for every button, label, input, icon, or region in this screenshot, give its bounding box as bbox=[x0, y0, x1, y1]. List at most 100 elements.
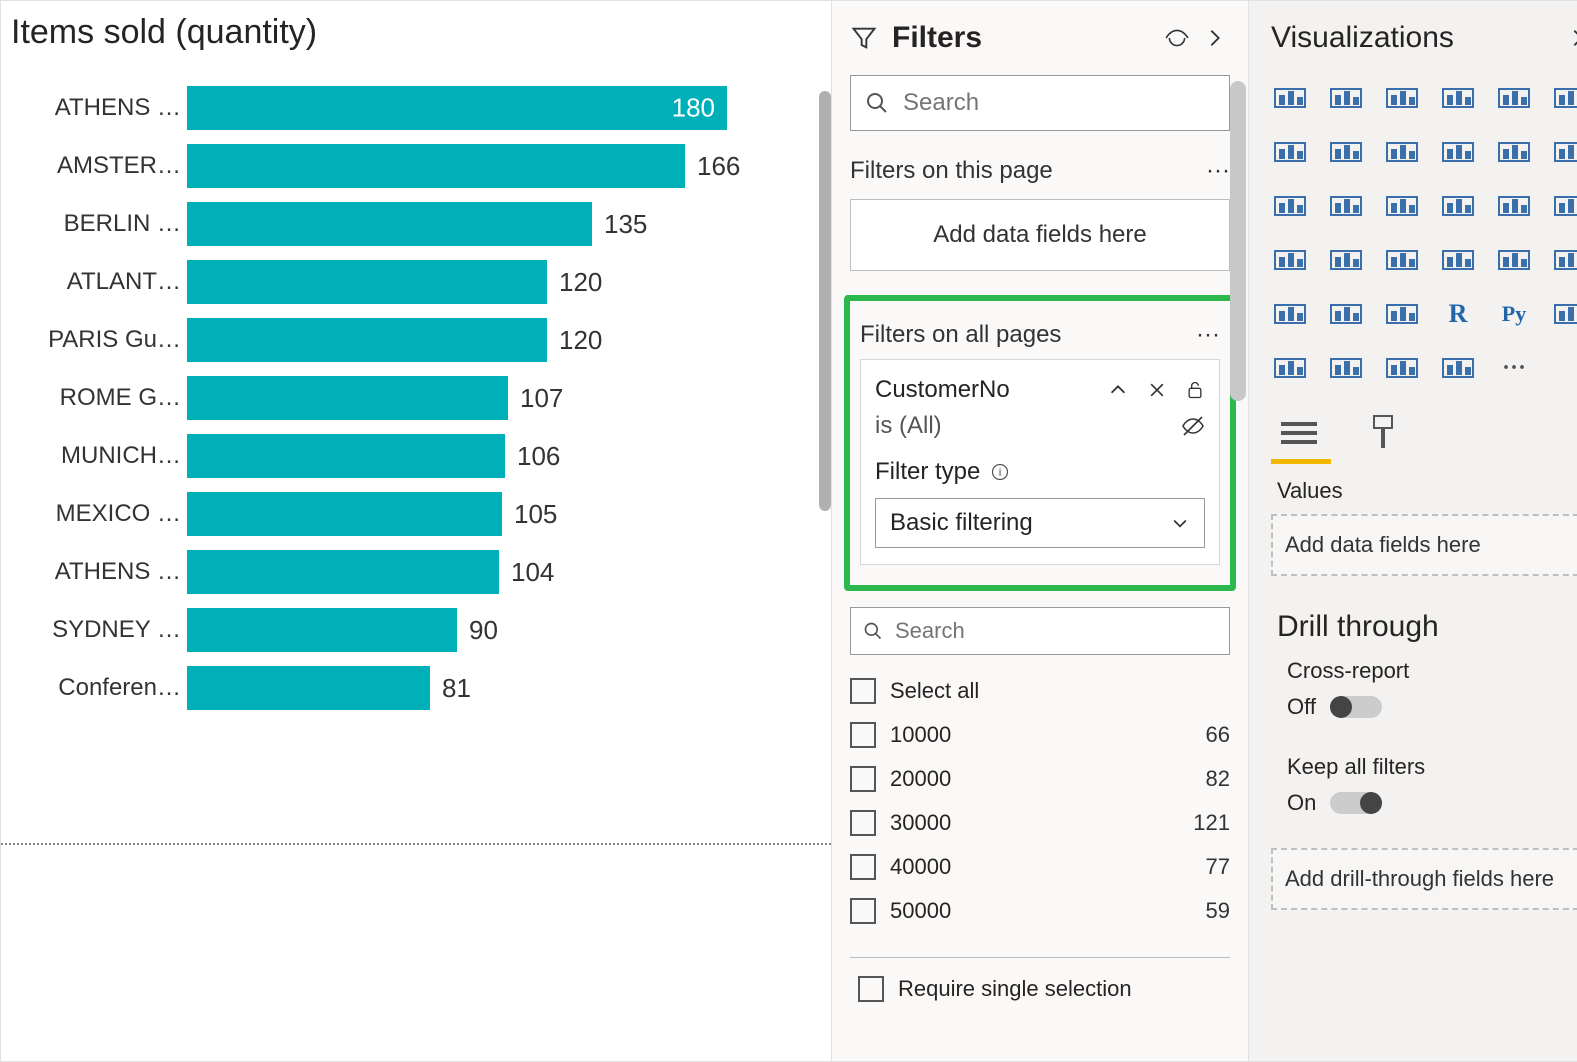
filter-type-select[interactable]: Basic filtering bbox=[875, 498, 1205, 548]
bar-row: BERLIN …135 bbox=[11, 198, 773, 250]
viz-stacked-area-icon[interactable] bbox=[1379, 129, 1425, 175]
clear-icon[interactable] bbox=[1147, 379, 1167, 401]
viz-kpi-icon[interactable] bbox=[1547, 237, 1577, 283]
bar-value: 81 bbox=[442, 673, 471, 704]
checkbox[interactable] bbox=[850, 678, 876, 704]
filter-values-search-input[interactable] bbox=[893, 617, 1217, 645]
viz-clustered-bar-icon[interactable] bbox=[1379, 75, 1425, 121]
checkbox[interactable] bbox=[850, 722, 876, 748]
filters-scrollbar[interactable] bbox=[1230, 81, 1246, 401]
viz-card-icon[interactable] bbox=[1435, 237, 1481, 283]
page-filters-dropzone[interactable]: Add data fields here bbox=[850, 199, 1230, 271]
viz-paginated-icon[interactable] bbox=[1379, 345, 1425, 391]
viz-matrix-icon[interactable] bbox=[1379, 291, 1425, 337]
drillthrough-dropzone[interactable]: Add drill-through fields here bbox=[1271, 848, 1577, 910]
viz-table-icon[interactable] bbox=[1323, 291, 1369, 337]
bar[interactable]: 180 bbox=[187, 86, 727, 130]
keep-filters-toggle[interactable] bbox=[1330, 792, 1382, 814]
require-single-checkbox[interactable] bbox=[858, 976, 884, 1002]
filters-search-input[interactable] bbox=[901, 88, 1215, 118]
chevron-down-icon bbox=[1170, 513, 1190, 533]
filters-search[interactable] bbox=[850, 75, 1230, 131]
filter-value-label: 30000 bbox=[890, 810, 951, 836]
bar[interactable] bbox=[187, 550, 499, 594]
viz-map-icon[interactable] bbox=[1267, 237, 1313, 283]
viz-r-icon[interactable]: R bbox=[1435, 291, 1481, 337]
viz-100-bar-icon[interactable] bbox=[1491, 75, 1537, 121]
bar-label: PARIS Gu… bbox=[11, 326, 187, 354]
viz-line-icon[interactable] bbox=[1267, 129, 1313, 175]
collapse-icon[interactable] bbox=[1107, 379, 1129, 401]
filters-all-pages-highlight: Filters on all pages ··· CustomerNo is (… bbox=[844, 295, 1236, 591]
viz-area-icon[interactable] bbox=[1323, 129, 1369, 175]
viz-waterfall-icon[interactable] bbox=[1267, 183, 1313, 229]
filter-value-item[interactable]: 2000082 bbox=[850, 757, 1230, 801]
bar[interactable] bbox=[187, 318, 547, 362]
viz-100-column-icon[interactable] bbox=[1547, 75, 1577, 121]
viz-more-icon[interactable]: ··· bbox=[1491, 345, 1537, 391]
filter-value-item[interactable]: 5000059 bbox=[850, 889, 1230, 933]
filter-value-item[interactable]: 1000066 bbox=[850, 713, 1230, 757]
fields-tab[interactable] bbox=[1277, 411, 1321, 455]
bar[interactable] bbox=[187, 434, 505, 478]
filter-value-item[interactable]: 4000077 bbox=[850, 845, 1230, 889]
chevron-right-icon[interactable] bbox=[1567, 27, 1577, 49]
viz-slicer-icon[interactable] bbox=[1267, 291, 1313, 337]
viz-multi-card-icon[interactable] bbox=[1491, 237, 1537, 283]
viz-pie-icon[interactable] bbox=[1435, 183, 1481, 229]
viz-decomposition-icon[interactable] bbox=[1267, 345, 1313, 391]
viz-visual-store-icon[interactable] bbox=[1435, 345, 1481, 391]
viz-stacked-bar-icon[interactable] bbox=[1267, 75, 1313, 121]
viz-py-icon[interactable]: Py bbox=[1491, 291, 1537, 337]
viz-line-column2-icon[interactable] bbox=[1491, 129, 1537, 175]
bar[interactable] bbox=[187, 492, 502, 536]
bar[interactable] bbox=[187, 260, 547, 304]
filter-value-label: 50000 bbox=[890, 898, 951, 924]
viz-qna-icon[interactable] bbox=[1323, 345, 1369, 391]
cross-report-toggle[interactable] bbox=[1330, 696, 1382, 718]
filter-value-item[interactable]: 30000121 bbox=[850, 801, 1230, 845]
hide-icon[interactable] bbox=[1181, 414, 1205, 438]
filters-on-all-label: Filters on all pages bbox=[860, 321, 1061, 349]
checkbox[interactable] bbox=[850, 810, 876, 836]
viz-gauge-icon[interactable] bbox=[1379, 237, 1425, 283]
values-dropzone[interactable]: Add data fields here bbox=[1271, 514, 1577, 576]
bar-value: 105 bbox=[514, 499, 557, 530]
viz-funnel-icon[interactable] bbox=[1323, 183, 1369, 229]
filter-values-list: Select all100006620000823000012140000775… bbox=[850, 669, 1230, 933]
viz-clustered-column-icon[interactable] bbox=[1323, 75, 1369, 121]
bar[interactable] bbox=[187, 666, 430, 710]
eye-icon[interactable] bbox=[1164, 25, 1190, 51]
more-icon[interactable]: ··· bbox=[1196, 321, 1220, 349]
viz-line-column-icon[interactable] bbox=[1435, 129, 1481, 175]
lock-icon[interactable] bbox=[1185, 379, 1205, 401]
drill-through-title: Drill through bbox=[1257, 580, 1577, 652]
viz-donut-icon[interactable] bbox=[1491, 183, 1537, 229]
bar[interactable] bbox=[187, 608, 457, 652]
bar[interactable] bbox=[187, 144, 685, 188]
chart-scrollbar[interactable] bbox=[819, 91, 831, 511]
checkbox[interactable] bbox=[850, 854, 876, 880]
bar[interactable] bbox=[187, 376, 508, 420]
chevron-right-icon[interactable] bbox=[1204, 27, 1226, 49]
checkbox[interactable] bbox=[850, 898, 876, 924]
filter-value-item[interactable]: Select all bbox=[850, 669, 1230, 713]
info-icon[interactable]: i bbox=[990, 462, 1010, 482]
viz-scatter-icon[interactable] bbox=[1379, 183, 1425, 229]
bar[interactable] bbox=[187, 202, 592, 246]
bar-value: 135 bbox=[604, 209, 647, 240]
filter-value-count: 82 bbox=[1206, 766, 1230, 792]
viz-filled-map-icon[interactable] bbox=[1323, 237, 1369, 283]
viz-key-influencers-icon[interactable] bbox=[1547, 291, 1577, 337]
viz-stacked-column-icon[interactable] bbox=[1435, 75, 1481, 121]
more-icon[interactable]: ··· bbox=[1206, 157, 1230, 185]
visualizations-title: Visualizations bbox=[1271, 21, 1555, 55]
filter-values-search[interactable] bbox=[850, 607, 1230, 655]
viz-treemap-icon[interactable] bbox=[1547, 183, 1577, 229]
filters-pane: Filters Filters on this page ··· Add dat… bbox=[831, 1, 1249, 1061]
bar-row: MUNICH…106 bbox=[11, 430, 773, 482]
keep-filters-state: On bbox=[1287, 790, 1316, 816]
viz-ribbon-icon[interactable] bbox=[1547, 129, 1577, 175]
format-tab[interactable] bbox=[1361, 411, 1405, 455]
checkbox[interactable] bbox=[850, 766, 876, 792]
